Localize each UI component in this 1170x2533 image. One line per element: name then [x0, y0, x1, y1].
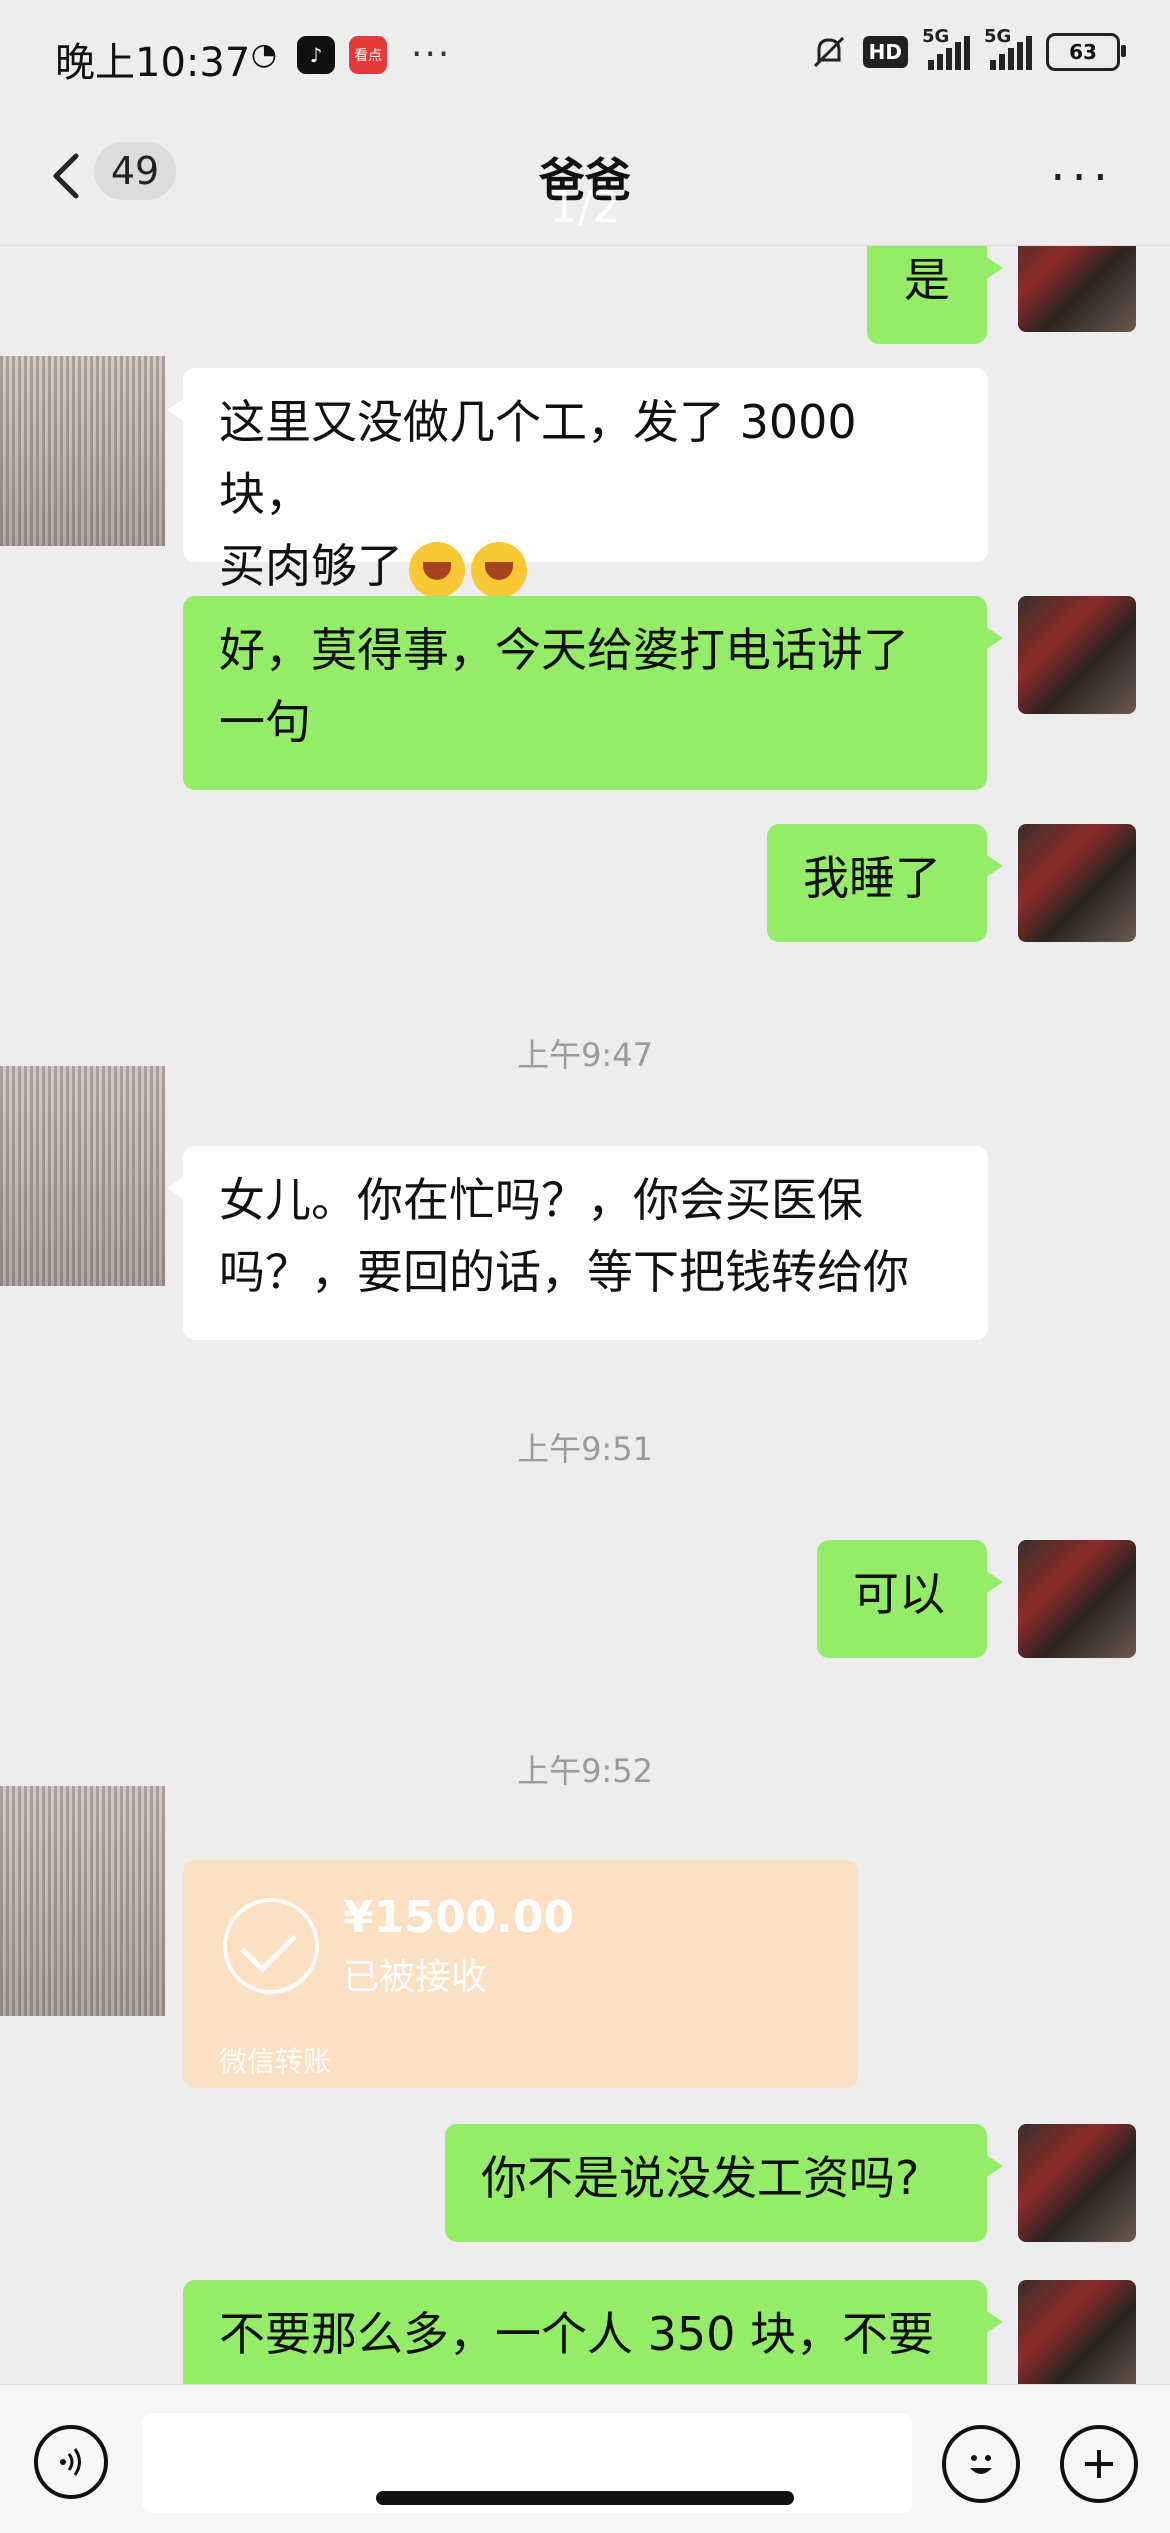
home-indicator[interactable]: [376, 2491, 794, 2505]
message-text: 可以: [853, 1567, 945, 1621]
timestamp: 上午9:52: [517, 1752, 653, 1790]
my-message-bubble[interactable]: 我睡了: [767, 824, 1003, 942]
image-pager-overlay: 1/2: [549, 182, 621, 233]
timestamp: 上午9:47: [517, 1036, 653, 1074]
qq-icon: ◔: [250, 37, 278, 72]
input-bar: [0, 2384, 1170, 2533]
my-message-bubble[interactable]: 你不是说没发工资吗?: [445, 2124, 1003, 2242]
mute-bell-icon: [813, 36, 844, 68]
battery-icon: 63: [1046, 33, 1126, 71]
message-text-line1: 好，莫得事，今天给婆打电话讲了: [219, 623, 909, 677]
my-avatar[interactable]: [1018, 596, 1136, 714]
message-text-line2: 吗？，要回的话，等下把钱转给你: [219, 1245, 909, 1299]
transfer-status: 已被接收: [343, 1957, 488, 1998]
my-avatar[interactable]: [1018, 1540, 1136, 1658]
message-text: 你不是说没发工资吗?: [481, 2151, 920, 2205]
kandian-icon: 看点: [349, 35, 387, 74]
status-time: 晚上10:37: [55, 40, 251, 86]
status-indicators: HD 5G 5G 63: [809, 26, 1126, 72]
plus-button[interactable]: [1060, 2425, 1138, 2503]
more-notifications-icon: ···: [411, 34, 452, 75]
status-bar: 晚上10:37 ◔ ♪ 看点 ··· HD 5G 5G 63: [0, 0, 1170, 120]
signal-icon-1: 5G: [922, 26, 970, 70]
notification-icons: ◔ ♪ 看点 ···: [245, 34, 451, 75]
my-avatar[interactable]: [1018, 2280, 1136, 2384]
more-options-button[interactable]: ···: [1050, 150, 1114, 206]
my-message-bubble[interactable]: 是: [867, 246, 1003, 344]
crying-laughing-emoji-icon: [471, 541, 527, 598]
smiley-icon: [970, 2455, 992, 2474]
chat-header: 49 爸爸 1/2 ···: [0, 120, 1170, 246]
plus-icon: [1085, 2450, 1113, 2478]
dad-avatar[interactable]: [0, 1066, 165, 1286]
wechat-transfer-card[interactable]: ¥1500.00 已被接收 微信转账: [183, 1860, 858, 2088]
message-text-line1: 女儿。你在忙吗？，你会买医保: [219, 1173, 863, 1227]
crying-laughing-emoji-icon: [409, 541, 465, 598]
my-message-bubble[interactable]: 不要那么多，一个人 350 块，不要: [183, 2280, 1003, 2384]
emoji-button[interactable]: [942, 2425, 1020, 2503]
message-text-line2: 买肉够了: [219, 530, 952, 602]
dad-message-bubble[interactable]: 这里又没做几个工，发了 3000 块， 买肉够了: [167, 368, 988, 598]
message-text-line2: 一句: [219, 695, 311, 749]
message-text: 是: [904, 253, 950, 307]
message-text: 我睡了: [803, 851, 941, 905]
message-list[interactable]: 是 这里又没做几个工，发了 3000 块， 买肉够了 好，莫得事，今天给婆打电话…: [0, 246, 1170, 2384]
my-message-bubble[interactable]: 可以: [817, 1540, 1003, 1658]
hd-voice-icon: HD: [862, 36, 908, 68]
transfer-amount: ¥1500.00: [343, 1892, 575, 1943]
message-text-line1: 这里又没做几个工，发了 3000 块，: [219, 395, 857, 521]
timestamp: 上午9:51: [517, 1430, 653, 1468]
voice-wave-icon: [60, 2448, 81, 2476]
signal-icon-2: 5G: [984, 26, 1032, 70]
dad-avatar[interactable]: [0, 1786, 165, 2016]
my-avatar[interactable]: [1018, 246, 1136, 332]
message-text-line1: 不要那么多，一个人 350 块，不要: [219, 2307, 935, 2361]
transfer-label: 微信转账: [219, 2045, 332, 2078]
my-avatar[interactable]: [1018, 824, 1136, 942]
dad-message-bubble[interactable]: 女儿。你在忙吗？，你会买医保 吗？，要回的话，等下把钱转给你: [167, 1146, 988, 1340]
dad-avatar[interactable]: [0, 356, 165, 546]
received-check-icon: [223, 1898, 319, 1994]
my-message-bubble[interactable]: 好，莫得事，今天给婆打电话讲了 一句: [183, 596, 1003, 790]
my-avatar[interactable]: [1018, 2124, 1136, 2242]
voice-input-button[interactable]: [34, 2425, 108, 2499]
tiktok-icon: ♪: [297, 35, 335, 74]
